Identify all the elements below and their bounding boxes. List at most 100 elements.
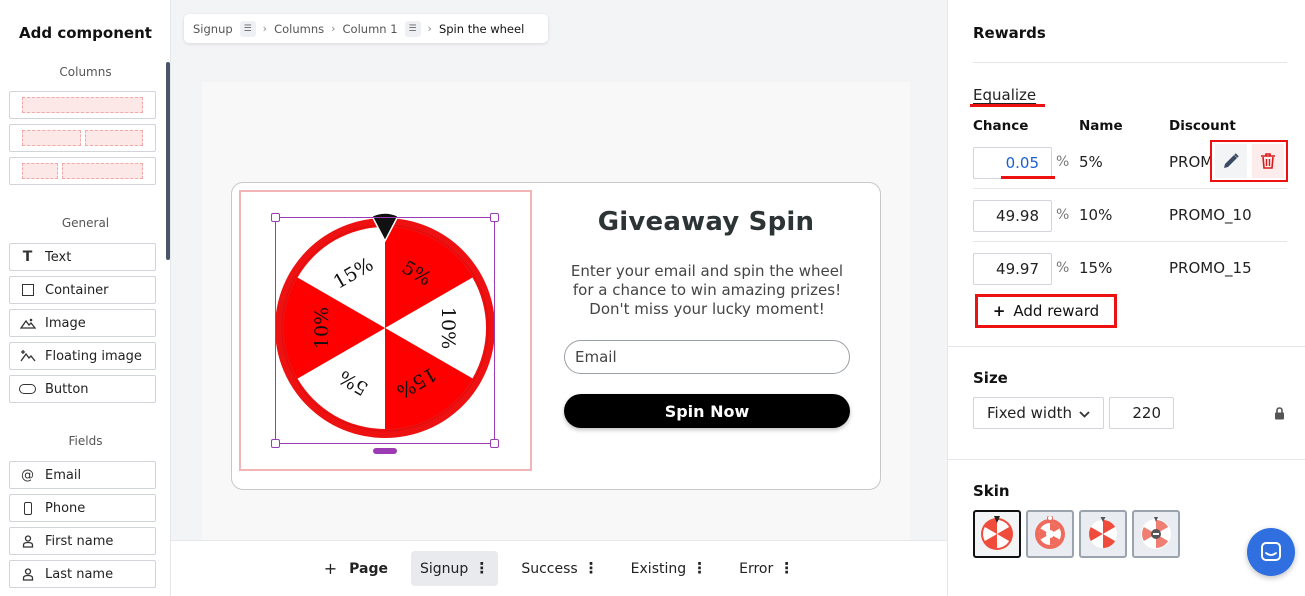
skin-title: Skin — [973, 482, 1010, 500]
wheel-skin-icon — [981, 516, 1013, 550]
settings-panel: Rewards Equalize Chance Name Discount 0.… — [947, 0, 1305, 596]
skin-option-1[interactable] — [973, 510, 1021, 558]
add-reward-label: Add reward — [1013, 302, 1100, 320]
tab-label: Existing — [630, 560, 687, 577]
add-page-button[interactable]: + Page — [315, 551, 397, 586]
equalize-link[interactable]: Equalize — [973, 86, 1036, 104]
column-2-layout[interactable] — [9, 124, 156, 152]
resize-handle-tl[interactable] — [271, 213, 280, 222]
trash-icon[interactable] — [1251, 144, 1284, 178]
breadcrumb-columns[interactable]: Columns — [274, 22, 324, 36]
component-label: Text — [45, 249, 72, 265]
image-icon — [10, 317, 45, 329]
reward-name: 5% — [1079, 153, 1103, 171]
chance-input[interactable]: 49.97 — [973, 253, 1052, 285]
section-general: General — [61, 216, 110, 230]
component-label: Email — [45, 467, 82, 483]
skin-option-4[interactable] — [1132, 510, 1180, 558]
reward-actions — [1210, 140, 1288, 182]
add-first-name-field[interactable]: First name — [9, 527, 156, 555]
component-label: Phone — [45, 500, 86, 516]
menu-lines-icon: ☰ — [239, 20, 256, 37]
column-1-layout[interactable] — [9, 91, 156, 119]
page-tabs: + Page Signup ⋮ Success ⋮ Existing ⋮ Err… — [171, 540, 947, 596]
popup-title: Giveaway Spin — [597, 207, 815, 237]
floating-image-icon — [10, 349, 45, 363]
column-3-layout[interactable] — [9, 157, 156, 185]
spin-now-button[interactable]: Spin Now — [564, 394, 850, 428]
add-button-component[interactable]: Button — [9, 375, 156, 403]
edit-icon[interactable] — [1214, 144, 1247, 178]
add-image-component[interactable]: Image — [9, 309, 156, 337]
skin-option-2[interactable] — [1026, 510, 1074, 558]
editor-canvas: Signup ☰ › Columns › Column 1 ☰ › Spin t… — [171, 0, 947, 596]
highlight-underline — [1001, 176, 1055, 179]
add-email-field[interactable]: @ Email — [9, 461, 156, 489]
chance-input[interactable]: 49.98 — [973, 200, 1052, 232]
add-phone-field[interactable]: Phone — [9, 494, 156, 522]
breadcrumb-signup[interactable]: Signup — [193, 22, 233, 36]
skin-option-3[interactable] — [1079, 510, 1127, 558]
highlight-underline — [970, 104, 1045, 107]
plus-icon: + — [323, 559, 338, 578]
kebab-menu-icon[interactable]: ⋮ — [779, 561, 794, 576]
chevron-right-icon: › — [262, 22, 268, 35]
divider — [973, 62, 1287, 63]
lock-icon[interactable] — [1274, 405, 1285, 424]
breadcrumb-spin-the-wheel[interactable]: Spin the wheel — [439, 22, 524, 36]
breadcrumb: Signup ☰ › Columns › Column 1 ☰ › Spin t… — [184, 14, 548, 43]
section-fields: Fields — [68, 434, 103, 448]
resize-handle-tr[interactable] — [490, 213, 499, 222]
tab-existing[interactable]: Existing ⋮ — [622, 551, 716, 586]
chevron-down-icon — [1079, 404, 1090, 422]
header-chance: Chance — [973, 118, 1029, 134]
person-icon — [10, 567, 45, 581]
container-icon — [10, 284, 45, 296]
plus-icon: + — [992, 302, 1006, 320]
kebab-menu-icon[interactable]: ⋮ — [692, 561, 707, 576]
size-value-input[interactable]: 220 — [1109, 397, 1174, 429]
wheel-skin-icon — [1089, 517, 1117, 548]
chance-input[interactable]: 0.05 — [973, 147, 1052, 179]
chevron-right-icon: › — [331, 22, 336, 35]
email-input[interactable]: Email — [564, 340, 850, 374]
tab-error[interactable]: Error ⋮ — [730, 551, 803, 586]
add-container-component[interactable]: Container — [9, 276, 156, 304]
reward-row: 49.98 % 10% PROMO_10 — [973, 199, 1287, 252]
chevron-right-icon: › — [427, 22, 432, 35]
left-scrollbar[interactable] — [166, 62, 170, 260]
add-floating-image-component[interactable]: Floating image — [9, 342, 156, 370]
wheel-selection-frame[interactable] — [271, 213, 499, 448]
tab-signup[interactable]: Signup ⋮ — [411, 551, 499, 586]
component-label: Container — [45, 282, 109, 298]
size-mode-select[interactable]: Fixed width — [973, 397, 1104, 429]
tab-label: Success — [521, 560, 578, 577]
size-title: Size — [973, 369, 1008, 387]
add-page-label: Page — [349, 560, 389, 577]
reward-discount: PROMO_15 — [1169, 259, 1252, 277]
tab-success[interactable]: Success ⋮ — [512, 551, 607, 586]
reward-name: 15% — [1079, 259, 1113, 277]
component-panel: Add component Columns General T Text Con… — [0, 0, 171, 596]
phone-icon — [10, 501, 45, 515]
component-label: Button — [45, 381, 89, 397]
divider — [948, 346, 1305, 347]
chat-support-button[interactable] — [1247, 528, 1295, 576]
header-name: Name — [1079, 118, 1123, 134]
drag-handle[interactable] — [373, 448, 397, 454]
wheel-skin-icon — [1141, 517, 1171, 549]
breadcrumb-column-1[interactable]: Column 1 — [343, 22, 398, 36]
menu-lines-icon: ☰ — [404, 20, 421, 37]
reward-discount: PROMO_10 — [1169, 206, 1252, 224]
header-discount: Discount — [1169, 118, 1236, 134]
kebab-menu-icon[interactable]: ⋮ — [474, 561, 489, 576]
add-reward-button[interactable]: + Add reward — [975, 294, 1117, 328]
size-mode-value: Fixed width — [987, 404, 1072, 422]
add-last-name-field[interactable]: Last name — [9, 560, 156, 588]
resize-handle-br[interactable] — [490, 439, 499, 448]
component-label: Image — [45, 315, 86, 331]
add-text-component[interactable]: T Text — [9, 243, 156, 271]
person-icon — [10, 534, 45, 548]
resize-handle-bl[interactable] — [271, 439, 280, 448]
kebab-menu-icon[interactable]: ⋮ — [584, 561, 599, 576]
